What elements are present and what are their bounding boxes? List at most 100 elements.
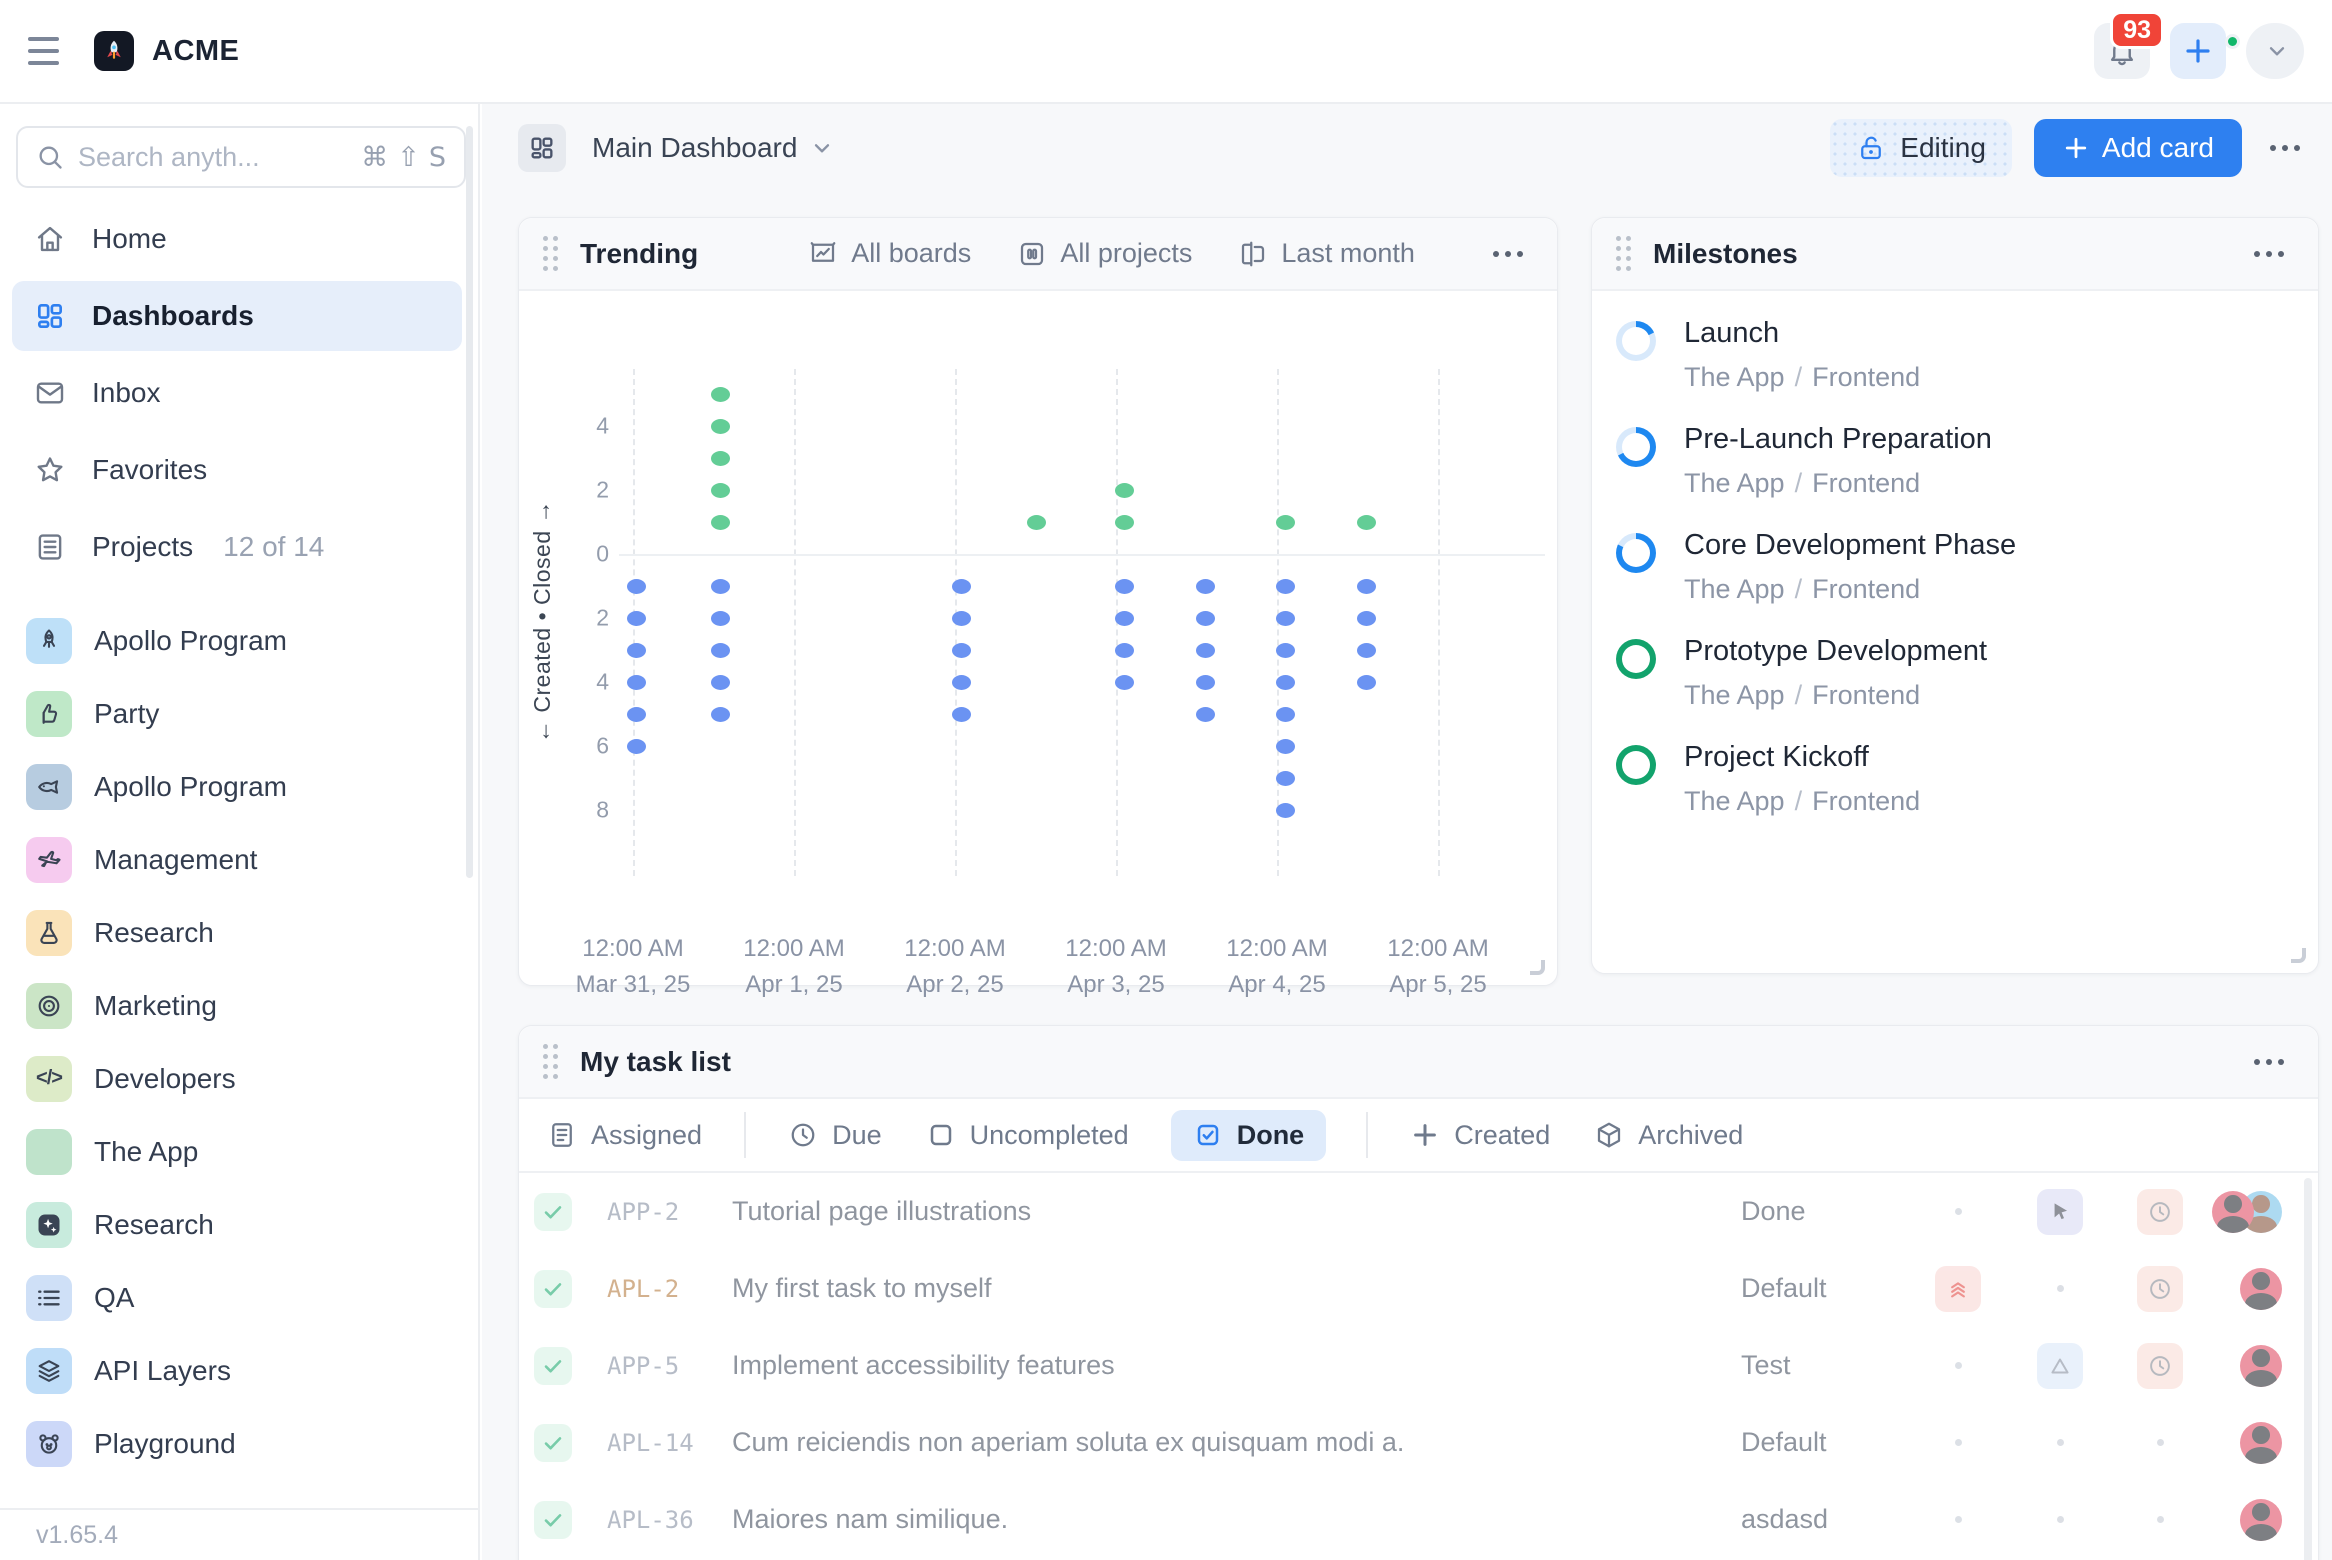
sidebar-project-playground[interactable]: Playground xyxy=(12,1407,462,1480)
milestone-prototype-development[interactable]: Prototype DevelopmentThe App/Frontend xyxy=(1616,635,2294,711)
data-point-created xyxy=(1357,675,1376,690)
resize-handle[interactable] xyxy=(1530,960,1545,975)
workspace-logo[interactable] xyxy=(94,31,134,71)
sidebar-item-dashboards[interactable]: Dashboards xyxy=(12,281,462,351)
search-box[interactable]: ⌘⇧S xyxy=(16,126,466,188)
data-point-closed xyxy=(711,419,730,434)
project-list: Apollo ProgramPartyApollo ProgramManagem… xyxy=(12,604,462,1480)
data-point-created xyxy=(1276,675,1295,690)
task-status: asdasd xyxy=(1741,1504,1828,1535)
milestone-pre-launch-preparation[interactable]: Pre-Launch PreparationThe App/Frontend xyxy=(1616,423,2294,499)
gridline xyxy=(794,369,796,876)
data-point-created xyxy=(1357,643,1376,658)
sidebar-scrollbar[interactable] xyxy=(466,126,473,878)
milestone-progress-ring xyxy=(1616,745,1656,785)
topbar-actions: 93 xyxy=(2094,23,2304,79)
hamburger-menu-icon[interactable] xyxy=(28,29,72,73)
filter-last-month[interactable]: Last month xyxy=(1238,238,1415,269)
bear-icon xyxy=(26,1421,72,1467)
milestone-path: The App/Frontend xyxy=(1684,574,2016,605)
trending-more-button[interactable] xyxy=(1483,241,1533,267)
drag-handle-icon[interactable] xyxy=(543,236,558,271)
notification-badge: 93 xyxy=(2110,11,2164,49)
dashboard-grid-button[interactable] xyxy=(518,124,566,172)
done-checkbox-icon[interactable] xyxy=(534,1270,572,1308)
milestone-project-kickoff[interactable]: Project KickoffThe App/Frontend xyxy=(1616,741,2294,817)
clock-icon[interactable] xyxy=(2137,1189,2183,1235)
clock-icon[interactable] xyxy=(2137,1266,2183,1312)
tab-archived[interactable]: Archived xyxy=(1592,1110,1745,1161)
task-row-app-5[interactable]: APP-5Implement accessibility featuresTes… xyxy=(519,1327,2318,1404)
plus-icon xyxy=(2062,134,2090,162)
sidebar-project-marketing[interactable]: Marketing xyxy=(12,969,462,1042)
sidebar-project-management[interactable]: Management xyxy=(12,823,462,896)
triangle-icon[interactable] xyxy=(2037,1343,2083,1389)
data-point-created xyxy=(711,579,730,594)
account-menu[interactable] xyxy=(2246,23,2304,79)
trending-chart: ← Created • Closed → 420246812:00 AMMar … xyxy=(519,291,1557,985)
milestone-core-development-phase[interactable]: Core Development Phase The App/Frontend xyxy=(1616,529,2294,605)
milestone-name: Pre-Launch Preparation xyxy=(1684,423,1992,456)
milestone-launch[interactable]: LaunchThe App/Frontend xyxy=(1616,317,2294,393)
editing-toggle[interactable]: Editing xyxy=(1830,119,2012,177)
clock-icon[interactable] xyxy=(2137,1343,2183,1389)
task-filter-tabs: Assigned Due Uncompleted Done Created Archive… xyxy=(519,1099,2318,1173)
tab-due[interactable]: Due xyxy=(786,1110,884,1161)
project-name: Party xyxy=(94,698,159,730)
filter-all-projects[interactable]: All projects xyxy=(1017,238,1192,269)
dashboard-selector[interactable]: Main Dashboard xyxy=(592,132,835,164)
sidebar-item-inbox[interactable]: Inbox xyxy=(12,358,462,428)
drag-handle-icon[interactable] xyxy=(543,1044,558,1079)
assignee-avatar xyxy=(2240,1268,2282,1310)
task-row-apl-14[interactable]: APL-14Cum reiciendis non aperiam soluta … xyxy=(519,1404,2318,1481)
sidebar-item-projects[interactable]: Projects 12 of 14 xyxy=(12,512,462,582)
done-checkbox-icon[interactable] xyxy=(534,1501,572,1539)
tab-created[interactable]: Created xyxy=(1408,1110,1552,1161)
sidebar-project-party[interactable]: Party xyxy=(12,677,462,750)
task-row-apl-36[interactable]: APL-36Maiores nam similique.asdasd xyxy=(519,1481,2318,1558)
sidebar-project-research[interactable]: Research xyxy=(12,896,462,969)
task-row-app-2[interactable]: APP-2Tutorial page illustrationsDone xyxy=(519,1173,2318,1250)
tab-done[interactable]: Done xyxy=(1171,1110,1327,1161)
milestones-more-button[interactable] xyxy=(2244,241,2294,267)
tab-assigned[interactable]: Assigned xyxy=(545,1110,704,1161)
done-checkbox-icon[interactable] xyxy=(534,1347,572,1385)
dashboard-header: Main Dashboard Editing Add card xyxy=(518,119,2310,177)
cols-icon xyxy=(1238,239,1268,269)
assignee-avatars xyxy=(2240,1268,2282,1310)
sidebar-project-apollo-program[interactable]: Apollo Program xyxy=(12,750,462,823)
sidebar-item-home[interactable]: Home xyxy=(12,204,462,274)
task-title: Cum reiciendis non aperiam soluta ex qui… xyxy=(732,1427,1404,1458)
y-axis-tick: 6 xyxy=(539,733,609,760)
done-checkbox-icon[interactable] xyxy=(534,1424,572,1462)
add-card-button[interactable]: Add card xyxy=(2034,119,2242,177)
filter-all-boards[interactable]: All boards xyxy=(808,238,971,269)
sparkle-icon xyxy=(26,1202,72,1248)
x-axis-tick: 12:00 AMApr 5, 25 xyxy=(1328,931,1548,1003)
dashboard-more-button[interactable] xyxy=(2260,135,2310,161)
urgent-icon[interactable] xyxy=(1935,1266,1981,1312)
sidebar-project-apollo-program[interactable]: Apollo Program xyxy=(12,604,462,677)
sidebar-project-qa[interactable]: QA xyxy=(12,1261,462,1334)
drag-handle-icon[interactable] xyxy=(1616,236,1631,271)
milestone-name: Core Development Phase xyxy=(1684,529,2016,562)
milestones-list: LaunchThe App/Frontend Pre-Launch Prepara… xyxy=(1592,293,2318,847)
data-point-closed xyxy=(1357,515,1376,530)
sidebar-project-research[interactable]: Research xyxy=(12,1188,462,1261)
tab-uncompleted[interactable]: Uncompleted xyxy=(924,1110,1131,1161)
create-button[interactable] xyxy=(2170,23,2226,79)
milestone-path: The App/Frontend xyxy=(1684,786,1920,817)
task-list-scrollbar[interactable] xyxy=(2304,1178,2312,1560)
resize-handle[interactable] xyxy=(2291,948,2306,963)
task-row-apl-2[interactable]: APL-2My first task to myselfDefault xyxy=(519,1250,2318,1327)
sidebar-project-developers[interactable]: </>Developers xyxy=(12,1042,462,1115)
sidebar-project-the-app[interactable]: The App xyxy=(12,1115,462,1188)
notifications-button[interactable]: 93 xyxy=(2094,23,2150,79)
done-checkbox-icon[interactable] xyxy=(534,1193,572,1231)
search-input[interactable] xyxy=(78,142,347,173)
cursor-icon[interactable] xyxy=(2037,1189,2083,1235)
sidebar-item-favorites[interactable]: Favorites xyxy=(12,435,462,505)
task-list-more-button[interactable] xyxy=(2244,1049,2294,1075)
sidebar-project-api-layers[interactable]: API Layers xyxy=(12,1334,462,1407)
trending-card: Trending All boardsAll projectsLast mont… xyxy=(518,217,1558,986)
